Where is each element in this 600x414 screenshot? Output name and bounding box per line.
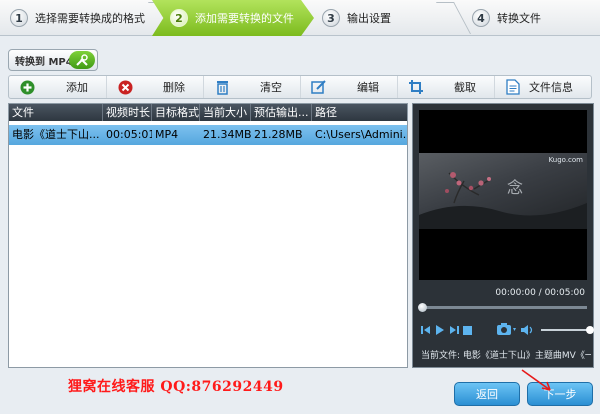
column-header[interactable]: 预估输出... (251, 104, 312, 121)
step-number: 4 (472, 9, 490, 27)
convert-to-label: 转换到 MP4 (15, 56, 73, 68)
step-number: 1 (10, 9, 28, 27)
video-frame: 念 Kugo.com (419, 153, 587, 229)
step-separator (436, 2, 472, 34)
video-screen[interactable]: 念 Kugo.com (419, 110, 587, 280)
cell-duration: 00:05:01 (106, 128, 152, 141)
step-2-active[interactable]: 2 添加需要转换的文件 (152, 0, 314, 36)
step-label: 转换文件 (497, 12, 541, 25)
stop-icon[interactable] (463, 325, 472, 338)
cell-path: C:\Users\Admini... (315, 128, 407, 141)
arrow-annotation (521, 369, 551, 391)
customer-service-text: 狸窝在线客服 QQ:876292449 (68, 379, 284, 395)
current-file-label: 当前文件: 电影《道士下山》主题曲MV《一念 (421, 351, 591, 360)
column-header[interactable]: 当前大小 (200, 104, 251, 121)
cell-format: MP4 (155, 128, 179, 141)
step-number: 3 (322, 9, 340, 27)
table-header: 文件 视频时长 目标格式 当前大小 预估输出... 路径 (9, 104, 407, 121)
step-label: 输出设置 (347, 12, 391, 25)
toolbar: 添加 删除 清空 编辑 截取 文件信息 (8, 75, 592, 99)
edit-button[interactable]: 编辑 (300, 76, 397, 98)
edit-label: 编辑 (357, 81, 379, 94)
step-label: 选择需要转换成的格式 (35, 12, 145, 25)
video-scene-image: 念 (419, 172, 587, 229)
file-info-button[interactable]: 文件信息 (494, 76, 591, 98)
column-header[interactable]: 文件 (9, 104, 103, 121)
next-icon[interactable] (449, 325, 459, 338)
tools-icon (69, 51, 95, 69)
time-readout: 00:00:00 / 00:05:00 (495, 288, 585, 298)
clear-button[interactable]: 清空 (203, 76, 300, 98)
step-4[interactable]: 4 转换文件 (472, 0, 582, 36)
file-table[interactable]: 文件 视频时长 目标格式 当前大小 预估输出... 路径 电影《道士下山... … (8, 103, 408, 368)
back-button[interactable]: 返回 (454, 382, 520, 406)
seek-handle[interactable] (418, 303, 427, 312)
cell-size: 21.34MB (203, 128, 251, 141)
table-row[interactable]: 电影《道士下山... 00:05:01 MP4 21.34MB 21.28MB … (9, 125, 407, 145)
add-label: 添加 (66, 81, 88, 94)
crop-button[interactable]: 截取 (397, 76, 494, 98)
column-header[interactable]: 目标格式 (152, 104, 200, 121)
preview-panel: 念 Kugo.com 00:00:00 / 00:05:00 当前文件: 电影《… (412, 103, 594, 368)
step-3[interactable]: 3 输出设置 (322, 0, 432, 36)
column-header[interactable]: 视频时长 (103, 104, 152, 121)
player-controls (421, 323, 594, 339)
wizard-steps: 1 选择需要转换成的格式 2 添加需要转换的文件 3 输出设置 4 转换文件 (0, 0, 600, 36)
step-1[interactable]: 1 选择需要转换成的格式 (10, 0, 150, 36)
play-icon[interactable] (435, 324, 445, 339)
volume-icon[interactable] (521, 324, 535, 339)
convert-to-button[interactable]: 转换到 MP4 (8, 49, 98, 71)
add-button[interactable]: 添加 (9, 76, 106, 98)
cell-file: 电影《道士下山... (12, 128, 100, 141)
cell-estimated: 21.28MB (254, 128, 303, 141)
svg-text:念: 念 (507, 178, 523, 197)
watermark-label: Kugo.com (548, 156, 583, 164)
previous-icon[interactable] (421, 325, 431, 338)
volume-slider[interactable] (541, 326, 594, 334)
clear-label: 清空 (260, 81, 282, 94)
step-number: 2 (170, 9, 188, 27)
camera-icon[interactable] (497, 323, 517, 339)
crop-label: 截取 (454, 81, 476, 94)
column-header[interactable]: 路径 (312, 104, 407, 121)
seek-bar[interactable] (418, 303, 587, 312)
step-label: 添加需要转换的文件 (195, 12, 294, 25)
volume-handle[interactable] (586, 326, 594, 334)
delete-label: 删除 (163, 81, 185, 94)
delete-button[interactable]: 删除 (106, 76, 203, 98)
file-info-label: 文件信息 (529, 81, 573, 94)
